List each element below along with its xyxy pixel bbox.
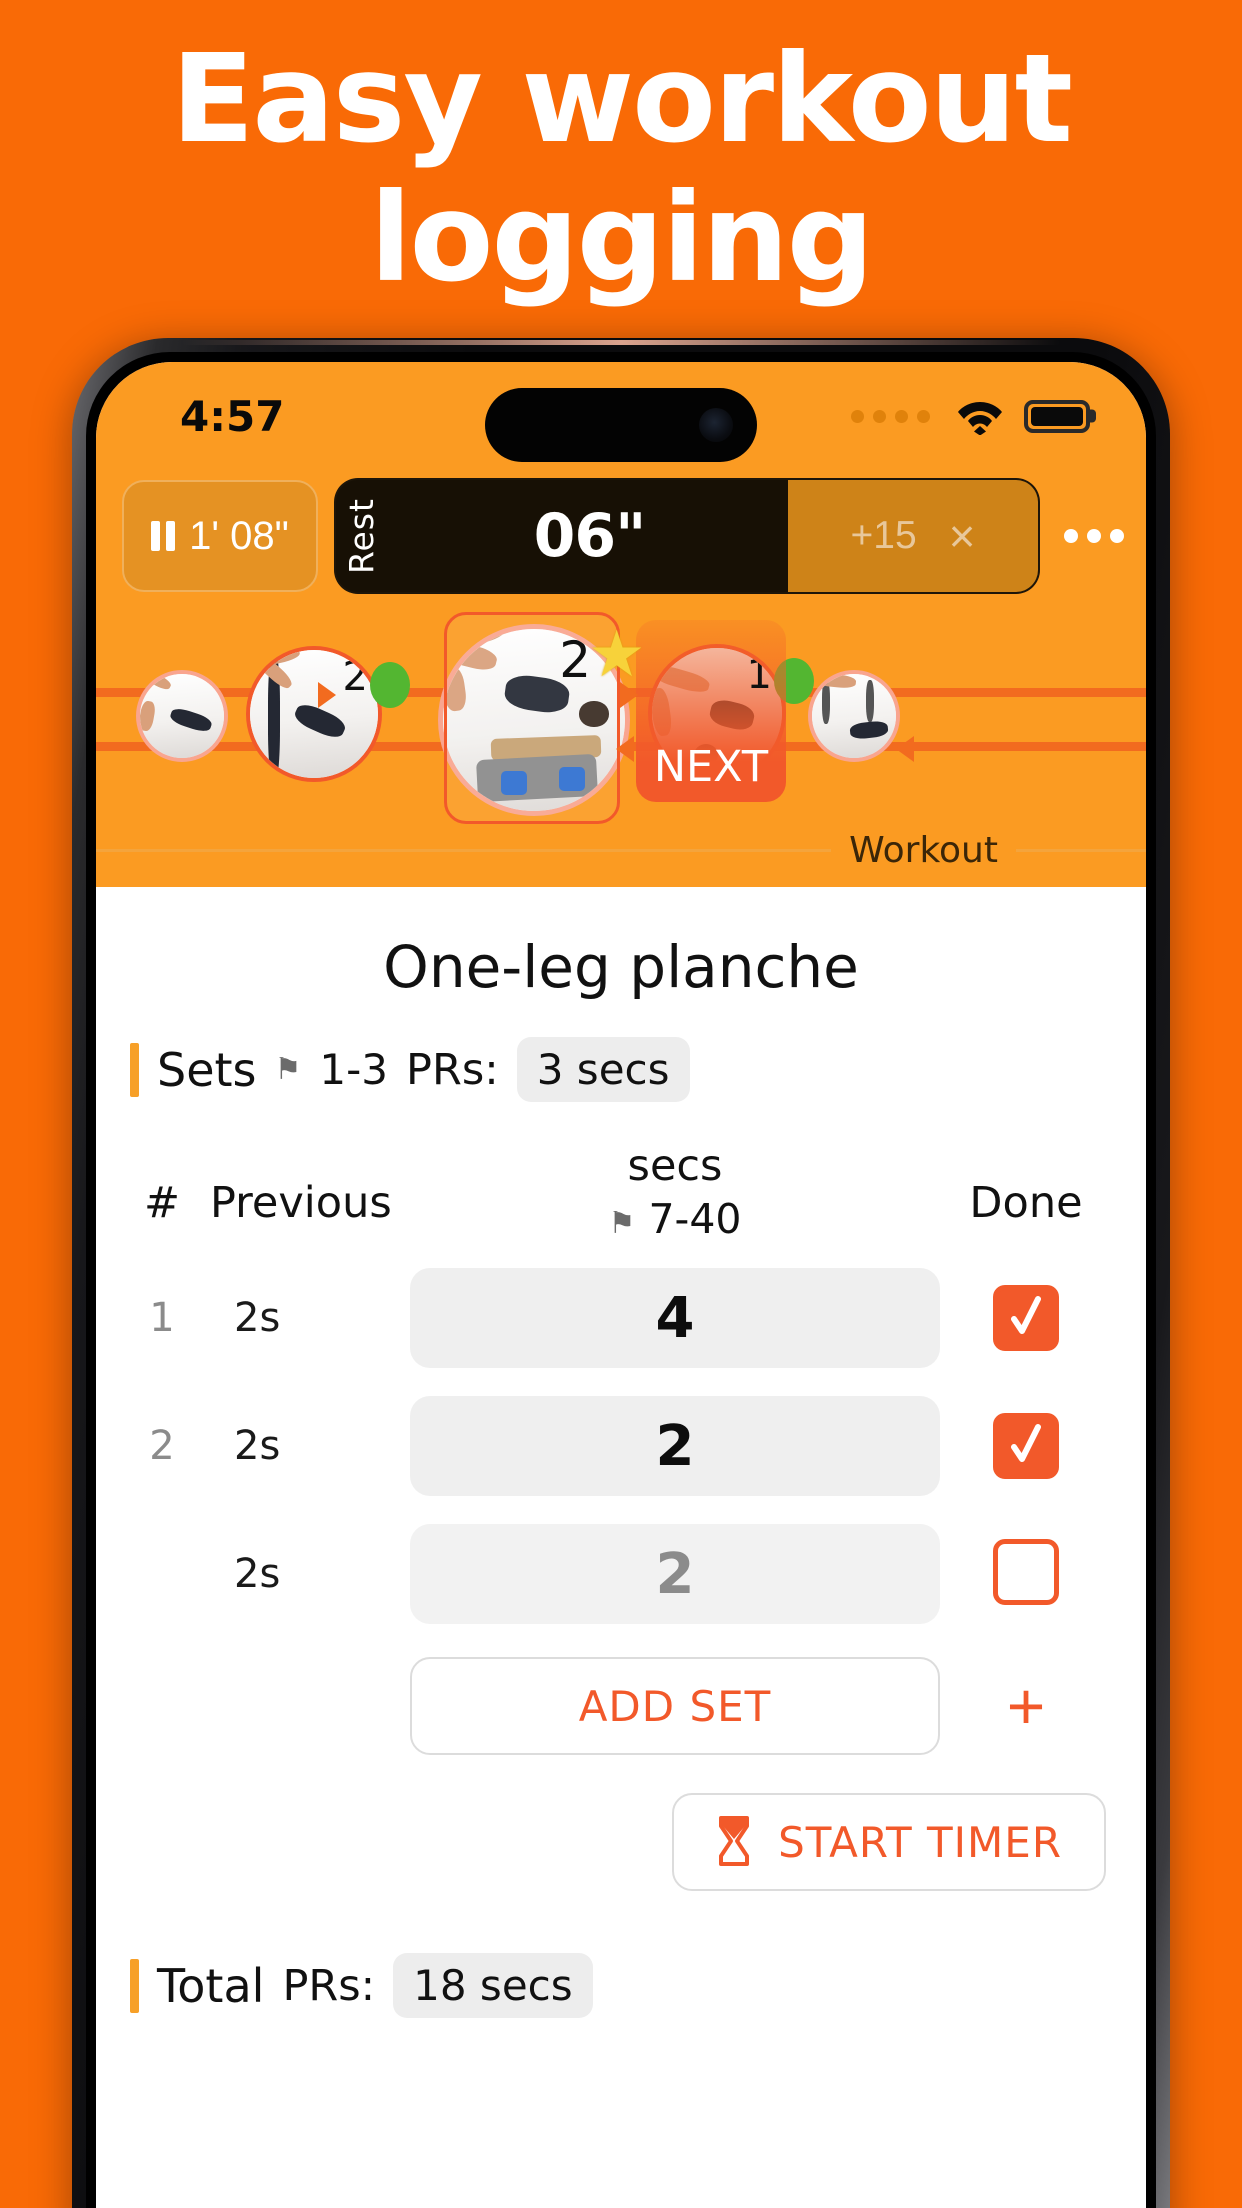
table-row: 1 2s 4 [130, 1261, 1106, 1375]
pause-icon [151, 521, 176, 551]
elapsed-time-button[interactable]: 1' 08" [122, 480, 318, 592]
sets-prs-label: PRs: [406, 1044, 499, 1095]
flag-icon: ⚑ [608, 1206, 636, 1242]
start-timer-button[interactable]: START TIMER [672, 1793, 1106, 1892]
workout-divider: Workout [96, 830, 1146, 887]
timer-bar: 1' 08" Rest 06" +15 × [96, 470, 1146, 606]
hourglass-icon [719, 1816, 750, 1867]
header-index: # [143, 1178, 181, 1228]
divider-line-right [1016, 849, 1146, 852]
status-bar-indicators [851, 397, 1090, 435]
row-index: 2 [149, 1423, 175, 1470]
sets-table-header: # Previous secs ⚑ 7-40 Done [130, 1130, 1106, 1261]
total-prs-value: 18 secs [393, 1953, 593, 2019]
rest-countdown-value: 06" [533, 501, 647, 571]
total-summary-row: Total PRs: 18 secs [96, 1953, 1146, 2019]
exercise-carousel[interactable]: NEXT 2 2 ★ 1 [96, 608, 1146, 824]
sets-range: 1-3 [319, 1045, 389, 1094]
exercise-detail-panel: One-leg planche Sets ⚑ 1-3 PRs: 3 secs #… [96, 887, 1146, 2019]
row-index: 1 [149, 1295, 175, 1342]
exercise-badge-count: 2 [342, 654, 368, 700]
start-timer-row: START TIMER [96, 1755, 1146, 1892]
close-rest-timer-button[interactable]: × [949, 513, 976, 559]
section-accent-bar [130, 1958, 139, 2013]
phone-screen: 4:57 1' 08" Rest 06" +15 × NEXT 2 2 ★ 1 … [96, 362, 1146, 2208]
divider-line-left [96, 849, 832, 852]
add-set-row: ADD SET + [130, 1657, 1106, 1756]
header-unit-label: secs [627, 1141, 723, 1191]
workout-divider-label: Workout [849, 830, 998, 871]
header-done: Done [969, 1178, 1083, 1228]
row-done-checkbox[interactable] [993, 1538, 1059, 1605]
total-label: Total [157, 1958, 265, 2013]
carousel-arrow-right-1 [318, 682, 336, 708]
star-icon: ★ [588, 618, 646, 690]
exercise-badge-count: 1 [746, 652, 772, 698]
start-timer-label: START TIMER [778, 1817, 1062, 1867]
app-header: 4:57 1' 08" Rest 06" +15 × NEXT 2 2 ★ 1 … [96, 362, 1146, 887]
header-unit: secs ⚑ 7-40 [404, 1141, 946, 1243]
carousel-arrow-left-1 [616, 736, 634, 762]
row-value-input[interactable]: 4 [410, 1268, 940, 1369]
carousel-arrow-left-2 [896, 736, 914, 762]
phone-mockup: 4:57 1' 08" Rest 06" +15 × NEXT 2 2 ★ 1 … [72, 338, 1170, 2208]
row-value-input[interactable]: 2 [410, 1396, 940, 1497]
plus-icon[interactable]: + [946, 1673, 1106, 1739]
row-previous: 2s [234, 1551, 281, 1598]
more-options-icon[interactable] [1056, 529, 1128, 543]
row-value-input[interactable]: 2 [410, 1524, 940, 1625]
exercise-thumb-after[interactable] [808, 670, 900, 762]
dynamic-island [485, 388, 757, 462]
status-bar-clock: 4:57 [180, 391, 285, 441]
flag-icon: ⚑ [274, 1053, 302, 1086]
exercise-thumb-prev2[interactable] [136, 670, 228, 762]
signal-dots-icon [851, 409, 930, 423]
table-row: 2 2s 2 [130, 1389, 1106, 1503]
check-icon [1011, 1296, 1041, 1335]
header-previous: Previous [210, 1178, 392, 1228]
exercise-title: One-leg planche [383, 933, 859, 1001]
exercise-thumb-prev1[interactable]: 2 [246, 646, 410, 782]
sets-summary-row: Sets ⚑ 1-3 PRs: 3 secs [96, 1037, 1146, 1102]
phone-bezel: 4:57 1' 08" Rest 06" +15 × NEXT 2 2 ★ 1 … [86, 352, 1156, 2208]
header-unit-range-value: 7-40 [648, 1195, 742, 1244]
battery-icon [1024, 399, 1090, 433]
sets-label: Sets [157, 1042, 257, 1097]
rest-label: Rest [342, 498, 381, 574]
exercise-status-dot [370, 662, 410, 708]
rest-timer-capsule[interactable]: Rest 06" +15 × [336, 480, 1038, 592]
next-exercise-box[interactable]: NEXT [636, 620, 786, 802]
elapsed-time-value: 1' 08" [189, 513, 289, 558]
exercise-badge-count: 2 [559, 631, 591, 689]
next-label: NEXT [653, 742, 769, 792]
wifi-icon [958, 402, 1002, 435]
add-15-seconds-button[interactable]: +15 [850, 514, 916, 558]
rest-actions: +15 × [788, 480, 1038, 592]
phone-top-highlight [182, 340, 1060, 345]
row-done-checkbox[interactable] [993, 1413, 1059, 1480]
status-bar: 4:57 [96, 362, 1146, 470]
add-set-button[interactable]: ADD SET [410, 1657, 940, 1756]
check-icon [1011, 1424, 1041, 1463]
row-previous: 2s [234, 1423, 281, 1470]
section-accent-bar [130, 1042, 139, 1097]
row-done-checkbox[interactable] [993, 1285, 1059, 1352]
page-headline: Easy workout logging [171, 28, 1073, 310]
row-previous: 2s [234, 1295, 281, 1342]
sets-prs-value: 3 secs [516, 1037, 690, 1102]
header-unit-range: ⚑ 7-40 [404, 1195, 946, 1243]
total-prs-label: PRs: [282, 1960, 376, 2011]
sets-table: # Previous secs ⚑ 7-40 Done 1 2s 4 2 2s … [96, 1130, 1146, 1756]
table-row: 2s 2 [130, 1517, 1106, 1631]
front-camera-icon [699, 408, 733, 442]
